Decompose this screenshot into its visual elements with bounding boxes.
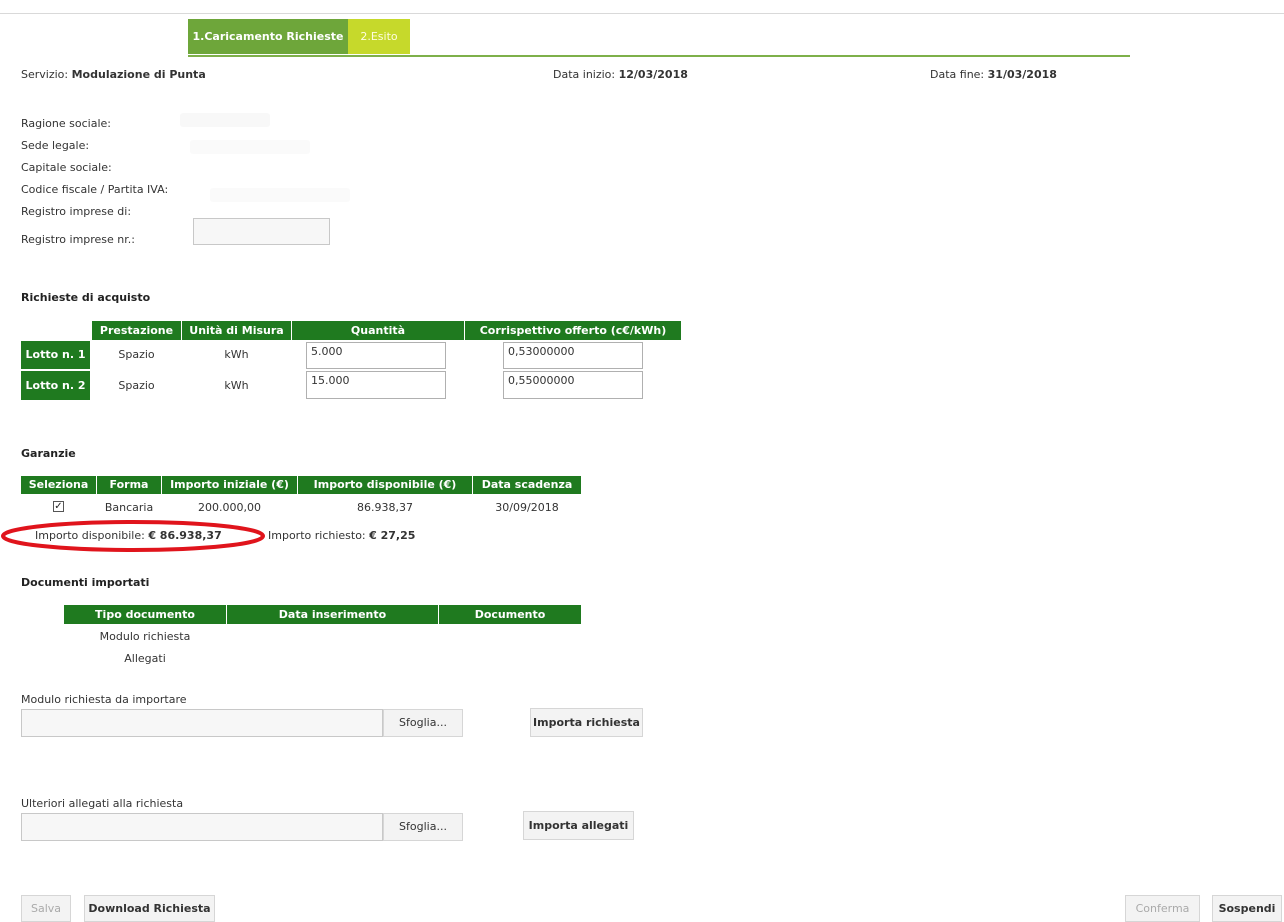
col-header-seleziona: Seleziona	[21, 476, 96, 494]
col-header-prestazione: Prestazione	[92, 321, 181, 340]
ragione-sociale-label: Ragione sociale:	[21, 117, 111, 130]
servizio-value: Modulazione di Punta	[71, 68, 206, 81]
documento-row: Modulo richiesta	[99, 630, 191, 643]
tab-underline	[188, 55, 1130, 57]
data-inizio-value: 12/03/2018	[618, 68, 688, 81]
download-richiesta-button[interactable]: Download Richiesta	[84, 895, 215, 922]
data-inizio-label: Data inizio:	[553, 68, 619, 81]
importa-allegati-button[interactable]: Importa allegati	[523, 811, 634, 840]
col-header-forma: Forma	[97, 476, 161, 494]
tab-esito[interactable]: 2.Esito	[348, 19, 410, 54]
importo-richiesto-label: Importo richiesto:	[268, 529, 370, 542]
seleziona-checkbox[interactable]: ✓	[53, 501, 64, 512]
importo-disponibile-cell: 86.938,37	[357, 501, 413, 514]
lotto-label: Lotto n. 2	[21, 371, 90, 400]
salva-button[interactable]: Salva	[21, 895, 71, 922]
importo-richiesto-value: € 27,25	[369, 529, 416, 542]
unita-cell: kWh	[224, 348, 249, 361]
col-header-importo-disponibile: Importo disponibile (€)	[298, 476, 472, 494]
data-fine-label: Data fine:	[930, 68, 988, 81]
col-header-importo-iniziale: Importo iniziale (€)	[162, 476, 297, 494]
col-header-corrispettivo: Corrispettivo offerto (c€/kWh)	[465, 321, 681, 340]
sospendi-button[interactable]: Sospendi	[1212, 895, 1282, 922]
highlight-ellipse	[1, 520, 265, 552]
quantita-input[interactable]: 5.000	[306, 342, 446, 369]
data-inizio-info: Data inizio: 12/03/2018	[553, 68, 688, 81]
forma-cell: Bancaria	[104, 501, 154, 514]
prestazione-cell: Spazio	[118, 348, 155, 361]
corrispettivo-input[interactable]: 0,55000000	[503, 371, 643, 399]
sfoglia-modulo-button[interactable]: Sfoglia...	[383, 709, 463, 737]
allegati-label: Ulteriori allegati alla richiesta	[21, 797, 184, 810]
sede-legale-label: Sede legale:	[21, 139, 90, 152]
redacted-value	[210, 188, 350, 202]
data-scadenza-cell: 30/09/2018	[495, 501, 559, 514]
importo-iniziale-cell: 200.000,00	[198, 501, 261, 514]
col-header-data-scadenza: Data scadenza	[473, 476, 581, 494]
redacted-value	[180, 113, 270, 127]
lotto-label: Lotto n. 1	[21, 341, 90, 369]
tab-caricamento-richieste[interactable]: 1.Caricamento Richieste	[188, 19, 348, 54]
registro-imprese-nr-label: Registro imprese nr.:	[21, 233, 135, 246]
modulo-file-input[interactable]	[21, 709, 383, 737]
servizio-label: Servizio:	[21, 68, 72, 81]
prestazione-cell: Spazio	[118, 379, 155, 392]
data-fine-info: Data fine: 31/03/2018	[930, 68, 1057, 81]
capitale-sociale-label: Capitale sociale:	[21, 161, 112, 174]
data-fine-value: 31/03/2018	[987, 68, 1057, 81]
importa-richiesta-button[interactable]: Importa richiesta	[530, 708, 643, 737]
quantita-input[interactable]: 15.000	[306, 371, 446, 399]
col-header-quantita: Quantità	[292, 321, 464, 340]
richieste-title: Richieste di acquisto	[21, 291, 151, 304]
modulo-label: Modulo richiesta da importare	[21, 693, 187, 706]
corrispettivo-input[interactable]: 0,53000000	[503, 342, 643, 369]
unita-cell: kWh	[224, 379, 249, 392]
registro-imprese-nr-input[interactable]	[193, 218, 330, 245]
redacted-value	[190, 140, 310, 154]
col-header-tipo-documento: Tipo documento	[64, 605, 226, 624]
col-header-documento: Documento	[439, 605, 581, 624]
servizio-info: Servizio: Modulazione di Punta	[21, 68, 206, 81]
allegati-file-input[interactable]	[21, 813, 383, 841]
importo-richiesto-summary: Importo richiesto: € 27,25	[268, 529, 415, 542]
documenti-title: Documenti importati	[21, 576, 150, 589]
garanzie-title: Garanzie	[21, 447, 76, 460]
codice-fiscale-label: Codice fiscale / Partita IVA:	[21, 183, 169, 196]
sfoglia-allegati-button[interactable]: Sfoglia...	[383, 813, 463, 841]
top-divider	[0, 13, 1284, 14]
registro-imprese-di-label: Registro imprese di:	[21, 205, 132, 218]
documento-row: Allegati	[124, 652, 166, 665]
col-header-data-inserimento: Data inserimento	[227, 605, 438, 624]
col-header-unita: Unità di Misura	[182, 321, 291, 340]
conferma-button[interactable]: Conferma	[1125, 895, 1200, 922]
